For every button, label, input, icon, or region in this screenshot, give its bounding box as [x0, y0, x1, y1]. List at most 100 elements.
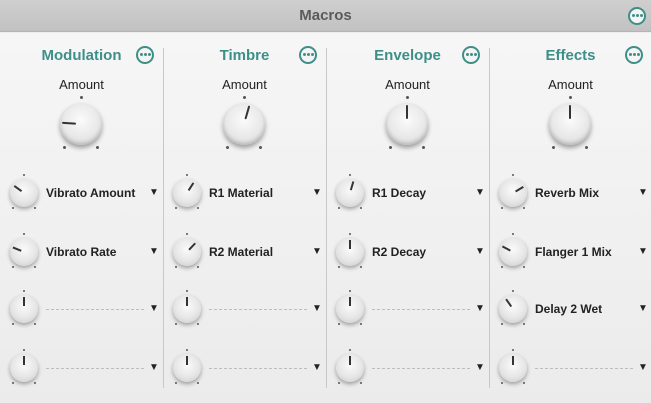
knob-tick [360, 382, 362, 384]
knob-tick [569, 96, 572, 99]
dropdown-arrow-icon[interactable]: ▼ [475, 246, 485, 257]
slot-knob[interactable] [10, 354, 38, 382]
dropdown-arrow-icon[interactable]: ▼ [149, 362, 159, 373]
amount-knob[interactable] [549, 103, 591, 145]
slot-knob[interactable] [336, 354, 364, 382]
slot-knob[interactable] [173, 354, 201, 382]
slot-label: R2 Material [209, 245, 274, 259]
more-options-icon[interactable] [136, 46, 154, 64]
macro-slot[interactable]: R1 Decay ▼ [326, 174, 489, 216]
dropdown-arrow-icon[interactable]: ▼ [312, 246, 322, 257]
dropdown-arrow-icon[interactable]: ▼ [149, 187, 159, 198]
slot-knob[interactable] [336, 238, 364, 266]
slot-knob[interactable] [499, 179, 527, 207]
dropdown-arrow-icon[interactable]: ▼ [475, 187, 485, 198]
knob-tick [197, 266, 199, 268]
knob-tick [12, 207, 14, 209]
macro-slot[interactable]: ▼ [326, 290, 489, 332]
slot-knob[interactable] [173, 295, 201, 323]
more-options-icon[interactable] [462, 46, 480, 64]
slot-knob[interactable] [336, 295, 364, 323]
column-divider [326, 48, 327, 388]
slot-knob[interactable] [499, 295, 527, 323]
dropdown-arrow-icon[interactable]: ▼ [638, 187, 648, 198]
knob-tick [501, 207, 503, 209]
macro-slot[interactable]: ▼ [0, 290, 163, 332]
dropdown-arrow-icon[interactable]: ▼ [312, 362, 322, 373]
slot-knob[interactable] [336, 179, 364, 207]
slot-knob[interactable] [499, 238, 527, 266]
knob-tick [512, 349, 514, 351]
empty-slot-dash [209, 368, 307, 369]
slot-knob[interactable] [10, 179, 38, 207]
macro-slot[interactable]: ▼ [163, 349, 326, 391]
knob-tick [197, 207, 199, 209]
slot-knob[interactable] [10, 238, 38, 266]
more-options-icon[interactable] [628, 7, 646, 25]
macro-slot[interactable]: ▼ [163, 290, 326, 332]
empty-slot-dash [209, 309, 307, 310]
knob-tick [360, 323, 362, 325]
column-divider [163, 48, 164, 388]
dropdown-arrow-icon[interactable]: ▼ [149, 303, 159, 314]
knob-indicator [505, 298, 513, 308]
dropdown-arrow-icon[interactable]: ▼ [312, 187, 322, 198]
slot-knob[interactable] [10, 295, 38, 323]
amount-label: Amount [548, 77, 593, 92]
macro-slot[interactable]: R1 Material ▼ [163, 174, 326, 216]
amount-knob[interactable] [386, 103, 428, 145]
macro-slot[interactable]: Vibrato Rate ▼ [0, 233, 163, 275]
slot-knob[interactable] [173, 238, 201, 266]
macro-slot[interactable]: Vibrato Amount ▼ [0, 174, 163, 216]
macro-slot[interactable]: R2 Decay ▼ [326, 233, 489, 275]
dropdown-arrow-icon[interactable]: ▼ [149, 246, 159, 257]
knob-tick [186, 174, 188, 176]
knob-tick [512, 233, 514, 235]
knob-indicator [186, 356, 188, 365]
empty-slot-dash [535, 368, 633, 369]
knob-tick [63, 146, 66, 149]
knob-tick [226, 146, 229, 149]
macro-slot[interactable]: Flanger 1 Mix ▼ [489, 233, 651, 275]
dropdown-arrow-icon[interactable]: ▼ [638, 362, 648, 373]
knob-tick [23, 174, 25, 176]
dropdown-arrow-icon[interactable]: ▼ [475, 362, 485, 373]
macro-slot[interactable]: ▼ [489, 349, 651, 391]
knob-indicator [349, 297, 351, 306]
knob-tick [23, 233, 25, 235]
macro-slot[interactable]: R2 Material ▼ [163, 233, 326, 275]
amount-knob[interactable] [60, 103, 102, 145]
more-options-icon[interactable] [625, 46, 643, 64]
slot-knob[interactable] [173, 179, 201, 207]
knob-tick [523, 266, 525, 268]
knob-tick [186, 349, 188, 351]
amount-knob[interactable] [223, 103, 265, 145]
dropdown-arrow-icon[interactable]: ▼ [312, 303, 322, 314]
dropdown-arrow-icon[interactable]: ▼ [638, 246, 648, 257]
knob-tick [197, 323, 199, 325]
macro-slot[interactable]: ▼ [326, 349, 489, 391]
knob-tick [175, 266, 177, 268]
dropdown-arrow-icon[interactable]: ▼ [638, 303, 648, 314]
macro-slot[interactable]: Reverb Mix ▼ [489, 174, 651, 216]
macro-column-timbre: Timbre Amount R1 Material ▼ R2 Material ▼ ▼ ▼ [163, 33, 326, 395]
more-options-icon[interactable] [299, 46, 317, 64]
macro-slot[interactable]: Delay 2 Wet ▼ [489, 290, 651, 332]
empty-slot-dash [46, 309, 144, 310]
macro-slot[interactable]: ▼ [0, 349, 163, 391]
knob-tick [338, 323, 340, 325]
empty-slot-dash [372, 368, 470, 369]
knob-tick [360, 207, 362, 209]
knob-tick [175, 323, 177, 325]
slot-knob[interactable] [499, 354, 527, 382]
knob-indicator [515, 186, 524, 193]
knob-tick [523, 323, 525, 325]
column-divider [489, 48, 490, 388]
dropdown-arrow-icon[interactable]: ▼ [475, 303, 485, 314]
knob-tick [34, 382, 36, 384]
title-bar: Macros [0, 0, 651, 32]
slot-label: Reverb Mix [535, 186, 600, 200]
knob-tick [552, 146, 555, 149]
knob-indicator [244, 105, 251, 120]
knob-tick [338, 207, 340, 209]
